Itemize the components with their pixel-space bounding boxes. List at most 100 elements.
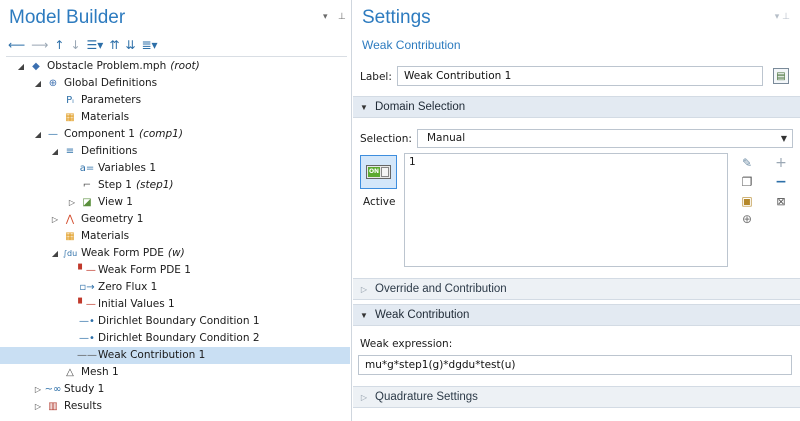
- step-function-icon: ⌐: [82, 180, 92, 191]
- toolbar-divider: [6, 56, 347, 57]
- geometry-icon: ⋀: [65, 214, 75, 225]
- boundary-condition-icon: —•: [79, 333, 95, 344]
- tree-node[interactable]: ◢ — Component 1 (comp1): [0, 126, 350, 143]
- toggle-knob: [381, 167, 389, 177]
- arrow-right-icon[interactable]: ⟶: [31, 38, 48, 52]
- boundary-condition-icon: —•: [79, 316, 95, 327]
- settings-title: Settings: [362, 7, 431, 28]
- collapse-arrow-icon: ▼: [360, 311, 368, 320]
- boundary-feature-icon: ▫→: [79, 282, 95, 293]
- list-item[interactable]: 1: [405, 154, 727, 170]
- expanded-twisty-icon[interactable]: ◢: [33, 126, 43, 143]
- tree-node[interactable]: Pᵢ Parameters: [0, 92, 350, 109]
- tree-node[interactable]: ▷ ⋀ Geometry 1: [0, 211, 350, 228]
- section-weak-contribution[interactable]: ▼ Weak Contribution: [353, 304, 800, 326]
- tree-node-label: Weak Form PDE 1: [98, 264, 191, 276]
- tree-node[interactable]: ▦ Materials: [0, 109, 350, 126]
- edit-label-icon[interactable]: ▤: [773, 68, 789, 84]
- pin-icon[interactable]: ▾ ⊥: [775, 12, 790, 22]
- expanded-twisty-icon[interactable]: ◢: [50, 245, 60, 262]
- expand-arrow-icon: ▷: [360, 393, 368, 402]
- arrow-down-icon[interactable]: ↓: [70, 38, 80, 52]
- settings-panel: Settings ▾ ⊥ Weak Contribution Label: We…: [353, 0, 800, 421]
- view-options-icon[interactable]: ☰▾: [87, 38, 104, 52]
- tree-node-label: Zero Flux 1: [98, 281, 158, 293]
- expanded-twisty-icon[interactable]: ◢: [16, 58, 26, 75]
- section-title: Domain Selection: [375, 101, 466, 113]
- tree-node[interactable]: —• Dirichlet Boundary Condition 2: [0, 330, 350, 347]
- tree-node[interactable]: △ Mesh 1: [0, 364, 350, 381]
- tree-node-label: Step 1: [98, 179, 132, 191]
- section-domain-selection[interactable]: ▼ Domain Selection: [353, 96, 800, 118]
- remove-icon[interactable]: −: [773, 174, 789, 190]
- section-title: Quadrature Settings: [375, 391, 478, 403]
- tree-node-label: Study 1: [64, 383, 105, 395]
- collapsed-twisty-icon[interactable]: ▷: [33, 381, 43, 398]
- tree-node-label: Dirichlet Boundary Condition 2: [98, 332, 260, 344]
- tree-node[interactable]: —— Weak Contribution 1: [0, 347, 350, 364]
- section-quadrature-settings[interactable]: ▷ Quadrature Settings: [353, 386, 800, 408]
- tree-node-label: Weak Contribution 1: [98, 349, 206, 361]
- copy-selection-icon[interactable]: ❐: [739, 174, 755, 190]
- label-field[interactable]: Weak Contribution 1: [397, 66, 763, 86]
- clear-selection-icon[interactable]: ⊠: [773, 193, 789, 209]
- tree-node-tag: (comp1): [138, 128, 183, 140]
- selection-list[interactable]: 1: [404, 153, 728, 267]
- model-builder-panel: Model Builder ▾ ⊥ ⟵ ⟶ ↑ ↓ ☰▾ ⇈ ⇊ ≣▾ ◢ ◆ Ob…: [0, 0, 352, 421]
- tree-node[interactable]: ▷ ▥ Results: [0, 398, 350, 415]
- zoom-to-selection-icon[interactable]: ⊕: [739, 211, 755, 227]
- tree-node-label: View 1: [98, 196, 133, 208]
- active-toggle-button[interactable]: ON: [360, 155, 397, 189]
- materials-icon: ▦: [65, 231, 75, 242]
- pin-icon[interactable]: ⊥: [338, 12, 346, 22]
- tree-node[interactable]: ◢ ∫du Weak Form PDE (w): [0, 245, 350, 262]
- tree-node-label: Geometry 1: [81, 213, 144, 225]
- expanded-twisty-icon[interactable]: ◢: [50, 143, 60, 160]
- arrow-up-icon[interactable]: ↑: [54, 38, 64, 52]
- selection-dropdown[interactable]: Manual ▼: [417, 129, 793, 148]
- expanded-twisty-icon[interactable]: ◢: [33, 75, 43, 92]
- tree-node-label: Materials: [81, 111, 130, 123]
- tree-node-tag: (w): [167, 247, 185, 259]
- tree-node-label: Results: [64, 400, 102, 412]
- paste-selection-icon[interactable]: ✎: [739, 155, 755, 171]
- results-icon: ▥: [48, 401, 58, 412]
- tree-node[interactable]: ◢ ⊕ Global Definitions: [0, 75, 350, 92]
- tree-node[interactable]: ◢ ◆ Obstacle Problem.mph (root): [0, 58, 350, 75]
- materials-icon: ▦: [65, 112, 75, 123]
- tree-node-label: Component 1: [64, 128, 135, 140]
- active-caption: Active: [363, 196, 396, 208]
- weak-contribution-icon: ——: [77, 350, 97, 361]
- tree-node[interactable]: ◢ ≡ Definitions: [0, 143, 350, 160]
- collapse-sections-icon[interactable]: ⇊: [125, 38, 135, 52]
- toggle-on-label: ON: [368, 167, 380, 177]
- collapsed-twisty-icon[interactable]: ▷: [67, 194, 77, 211]
- collapsed-twisty-icon[interactable]: ▷: [33, 398, 43, 415]
- domain-feature-icon: ▘—: [78, 265, 96, 276]
- tree-node[interactable]: ▘— Initial Values 1: [0, 296, 350, 313]
- tree-node-label: Initial Values 1: [98, 298, 175, 310]
- clipboard-icon[interactable]: ▣: [739, 193, 755, 209]
- tree-node[interactable]: ▘— Weak Form PDE 1: [0, 262, 350, 279]
- arrow-left-icon[interactable]: ⟵: [8, 38, 25, 52]
- tree-node[interactable]: ▦ Materials: [0, 228, 350, 245]
- add-icon[interactable]: +: [773, 155, 789, 171]
- tree-node-tag: (step1): [135, 179, 174, 191]
- tree-node[interactable]: —• Dirichlet Boundary Condition 1: [0, 313, 350, 330]
- mesh-icon: △: [66, 367, 74, 378]
- tree-node[interactable]: ▷ ◪ View 1: [0, 194, 350, 211]
- model-builder-toolbar: ⟵ ⟶ ↑ ↓ ☰▾ ⇈ ⇊ ≣▾: [8, 37, 158, 53]
- weak-expression-field[interactable]: mu*g*step1(g)*dgdu*test(u): [358, 355, 792, 375]
- tree-node[interactable]: a= Variables 1: [0, 160, 350, 177]
- tree-node[interactable]: ▫→ Zero Flux 1: [0, 279, 350, 296]
- collapsed-twisty-icon[interactable]: ▷: [50, 211, 60, 228]
- panel-menu-icon[interactable]: ▾: [323, 12, 328, 22]
- section-title: Weak Contribution: [375, 309, 470, 321]
- expand-sections-icon[interactable]: ⇈: [109, 38, 119, 52]
- list-options-icon[interactable]: ≣▾: [141, 38, 157, 52]
- tree-node[interactable]: ⌐ Step 1 (step1): [0, 177, 350, 194]
- tree-node-label: Obstacle Problem.mph: [47, 60, 167, 72]
- section-override-contribution[interactable]: ▷ Override and Contribution: [353, 278, 800, 300]
- tree-node-label: Global Definitions: [64, 77, 158, 89]
- tree-node[interactable]: ▷ ~∞ Study 1: [0, 381, 350, 398]
